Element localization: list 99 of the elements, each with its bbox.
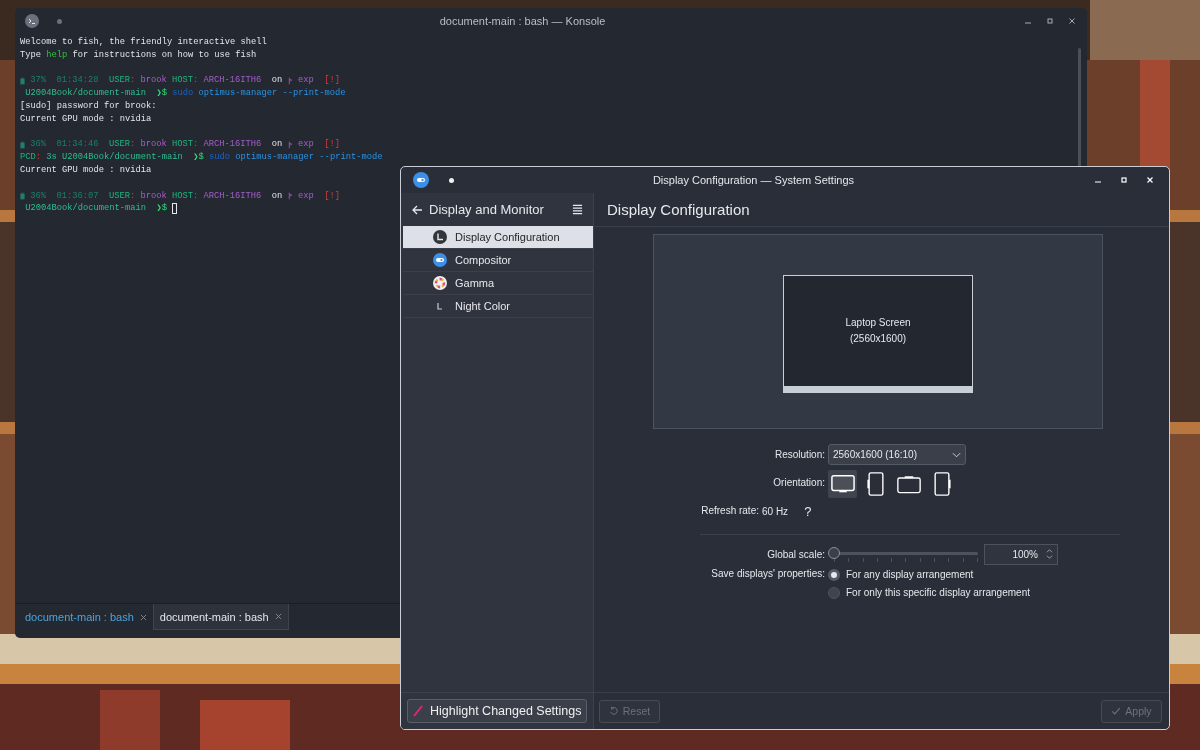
scale-slider[interactable] xyxy=(828,546,978,562)
terminal-text: Current GPU mode : nvidia xyxy=(20,112,152,126)
terminal-text: optimus-manager --print-mode xyxy=(234,151,383,164)
branch-icon xyxy=(287,76,293,85)
menu-icon[interactable] xyxy=(572,204,583,215)
battery-icon xyxy=(20,140,25,149)
terminal-text: 36% 01:36:07 xyxy=(29,189,100,203)
sidebar-item[interactable]: Gamma xyxy=(403,272,593,295)
back-arrow-icon[interactable] xyxy=(411,203,423,216)
radio-button[interactable] xyxy=(828,568,840,581)
highlight-changed-settings-button[interactable]: Highlight Changed Settings xyxy=(407,699,587,723)
terminal-text: on xyxy=(270,138,284,152)
terminal-text: sudo xyxy=(209,151,231,164)
terminal-text: brook xyxy=(139,138,168,152)
refresh-rate-label: Refresh rate: xyxy=(700,505,759,516)
window-title: Display Configuration — System Settings xyxy=(651,174,856,186)
terminal-text: U2004Book/document-main xyxy=(24,87,148,100)
sidebar-item[interactable]: Compositor xyxy=(403,249,593,272)
orientation-button[interactable] xyxy=(828,470,857,498)
orientation-label: Orientation: xyxy=(772,476,825,488)
undo-icon xyxy=(608,706,619,716)
radio-label[interactable]: For only this specific display arrangement xyxy=(846,587,1030,598)
terminal-text: [sudo] password for brook: xyxy=(20,100,157,113)
resolution-label: Resolution: xyxy=(773,449,825,460)
terminal-text: [!] xyxy=(323,189,340,203)
terminal-text: ❯$ xyxy=(193,151,205,164)
terminal-tab[interactable]: document-main : bash xyxy=(152,604,289,630)
display-name: Laptop Screen xyxy=(845,316,911,330)
terminal-text: ❯$ xyxy=(156,202,169,216)
battery-icon xyxy=(20,191,25,200)
battery-icon xyxy=(20,76,25,85)
window-title: document-main : bash — Konsole xyxy=(438,15,607,27)
terminal-text: [!] xyxy=(323,138,340,152)
terminal-text: U2004Book/document-main xyxy=(24,202,148,216)
terminal-text: on xyxy=(270,189,284,203)
page-title: Display Configuration xyxy=(607,201,750,218)
scrollbar[interactable] xyxy=(1078,48,1081,168)
help-icon[interactable]: ? xyxy=(804,503,812,519)
maximize-icon[interactable] xyxy=(1119,175,1129,185)
text-cursor xyxy=(172,203,178,215)
display-icon xyxy=(433,230,447,244)
terminal-text: : xyxy=(193,138,199,152)
terminal-text: ❯$ xyxy=(156,87,169,100)
terminal-text: Current GPU mode : nvidia xyxy=(20,163,152,177)
spin-arrows-icon[interactable] xyxy=(1046,548,1053,560)
display-resolution: (2560x1600) xyxy=(849,332,907,346)
terminal-text: Type xyxy=(20,48,42,62)
pen-icon xyxy=(412,705,424,717)
terminal-text: exp xyxy=(296,74,314,88)
terminal-text: on xyxy=(270,74,284,88)
terminal-text: exp xyxy=(296,138,314,152)
display-output[interactable]: Laptop Screen (2560x1600) xyxy=(783,275,973,393)
terminal-text: : xyxy=(193,74,199,88)
terminal-text: optimus-manager --print-mode xyxy=(197,87,346,100)
branch-icon xyxy=(287,191,293,200)
terminal-text: 36% 01:34:46 xyxy=(29,138,100,152)
save-properties-label: Save displays' properties: xyxy=(710,568,825,579)
terminal-text: : xyxy=(130,189,136,203)
refresh-rate-value: 60 Hz xyxy=(762,505,789,517)
terminal-text: ARCH-16ITH6 xyxy=(202,74,262,88)
terminal-text: brook xyxy=(139,189,168,203)
terminal-text: help xyxy=(46,48,68,62)
terminal-text: : xyxy=(193,189,199,203)
terminal-icon[interactable] xyxy=(25,14,39,28)
color-wheel-icon xyxy=(433,276,447,290)
radio-label[interactable]: For any display arrangement xyxy=(846,569,974,580)
sidebar-item[interactable]: Night Color xyxy=(403,295,593,318)
terminal-text: : xyxy=(35,151,42,164)
terminal-text: PCD xyxy=(20,151,36,164)
terminal-text: brook xyxy=(139,74,168,88)
terminal-text: : xyxy=(130,74,136,88)
sidebar-title: Display and Monitor xyxy=(429,202,545,217)
terminal-text: 37% 01:34:28 xyxy=(29,74,100,88)
close-icon[interactable] xyxy=(1067,16,1077,26)
resolution-dropdown[interactable]: 2560x1600 (16:10) xyxy=(828,444,966,465)
close-icon[interactable] xyxy=(1145,175,1155,185)
scale-spinbox[interactable]: 100% xyxy=(984,543,1058,565)
close-tab-icon[interactable] xyxy=(274,613,282,620)
settings-app-icon[interactable] xyxy=(413,172,429,188)
close-tab-icon[interactable] xyxy=(139,613,147,621)
toggle-icon xyxy=(433,253,447,267)
maximize-icon[interactable] xyxy=(1045,16,1055,26)
sidebar-item[interactable]: Display Configuration xyxy=(403,226,593,249)
terminal-text: for instructions on how to use fish xyxy=(71,48,257,62)
terminal-text: : xyxy=(130,138,136,152)
global-scale-label: Global scale: xyxy=(766,548,825,560)
branch-icon xyxy=(287,140,293,149)
terminal-text: ARCH-16ITH6 xyxy=(202,189,262,203)
radio-button[interactable] xyxy=(828,586,840,599)
terminal-text: 3s U2004Book/document-main xyxy=(45,151,184,164)
terminal-text: sudo xyxy=(172,87,194,100)
pin-icon[interactable] xyxy=(449,177,454,183)
terminal-text: [!] xyxy=(323,74,340,88)
caret-icon xyxy=(952,451,961,458)
terminal-text: ARCH-16ITH6 xyxy=(202,138,262,152)
terminal-text: Welcome to fish, the friendly interactive shell xyxy=(20,36,267,49)
checkmark-icon xyxy=(1111,706,1122,716)
terminal-text: exp xyxy=(296,189,314,203)
terminal-tab[interactable]: document-main : bash xyxy=(19,604,153,630)
